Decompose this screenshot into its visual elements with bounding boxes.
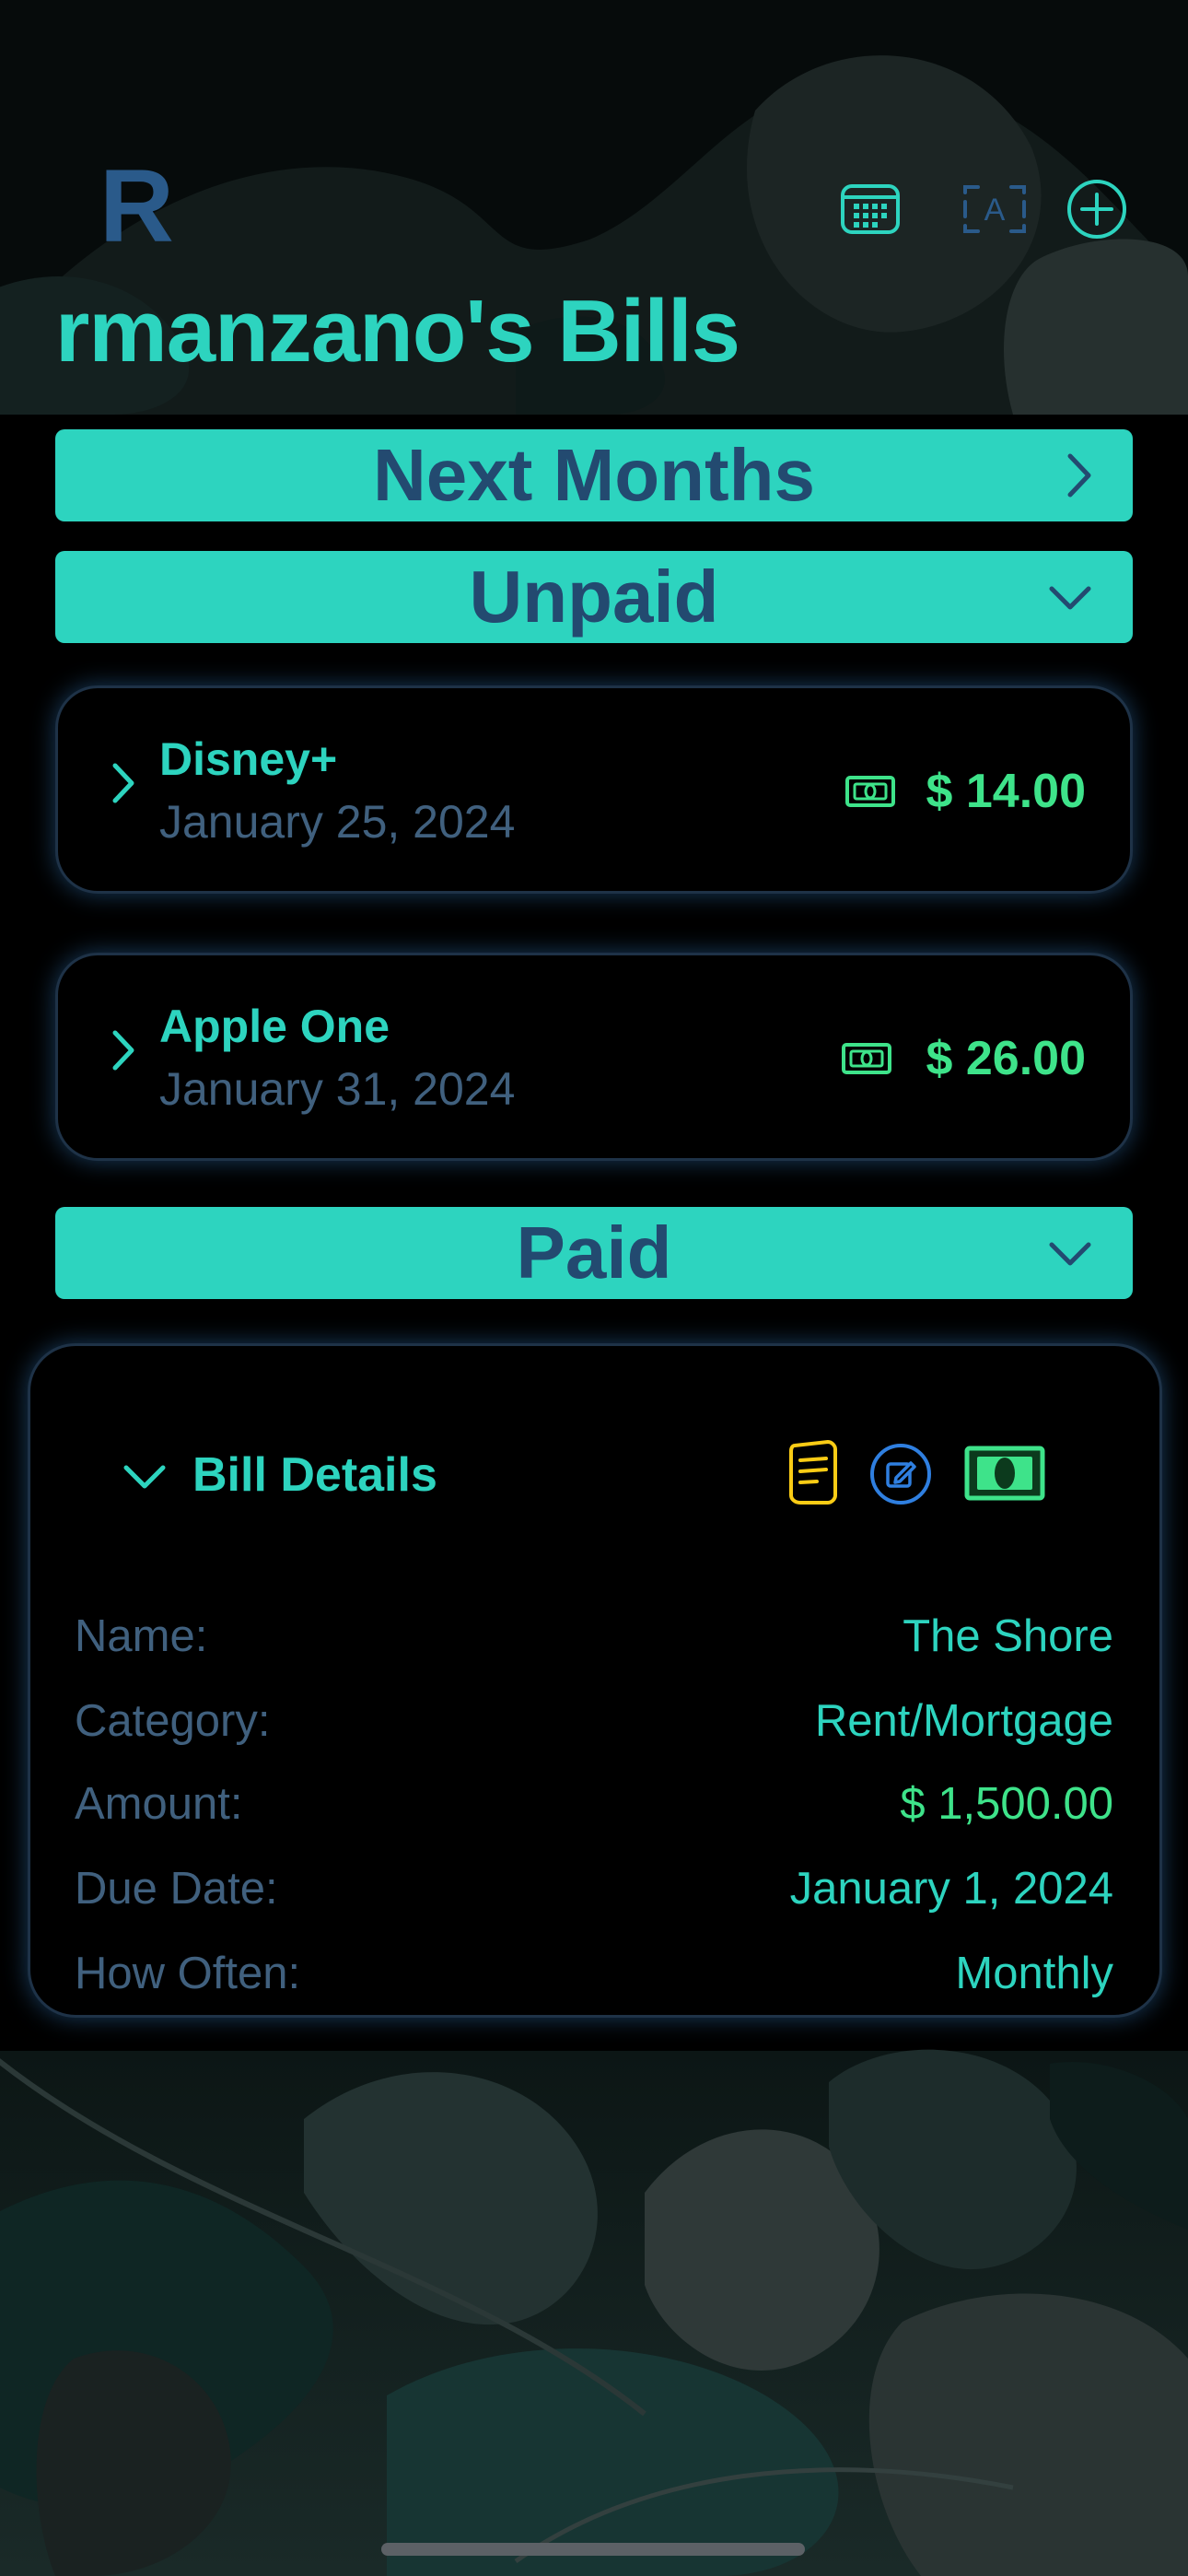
text-format-icon: A <box>963 185 1026 233</box>
bill-name: Disney+ <box>159 733 338 785</box>
cash-icon[interactable] <box>964 1446 1045 1501</box>
add-bill-button[interactable] <box>1065 177 1129 241</box>
bill-details-title[interactable]: Bill Details <box>192 1451 437 1499</box>
bill-details-card: Bill Details Name: The Shore Category: R… <box>28 1343 1162 2018</box>
next-months-label: Next Months <box>373 434 815 516</box>
detail-value: The Shore <box>903 1611 1113 1661</box>
text-format-button[interactable]: A <box>958 177 1031 241</box>
detail-value: $ 1,500.00 <box>900 1779 1113 1829</box>
calendar-grid-icon <box>841 184 900 234</box>
cash-icon <box>845 776 895 807</box>
detail-value: Monthly <box>955 1949 1113 1998</box>
header: R A rmanzano's Bills <box>0 0 1188 415</box>
detail-value: January 1, 2024 <box>789 1864 1113 1914</box>
unpaid-section-toggle[interactable]: Unpaid <box>55 551 1133 643</box>
bill-amount: $ 14.00 <box>926 765 1087 818</box>
svg-text:A: A <box>984 193 1006 228</box>
bill-card-apple-one[interactable]: Apple One January 31, 2024 $ 26.00 <box>55 953 1133 1161</box>
chevron-down-icon <box>1049 1242 1091 1266</box>
chevron-right-icon <box>1067 453 1091 498</box>
edit-icon[interactable] <box>868 1442 933 1506</box>
bill-due-date: January 31, 2024 <box>159 1063 516 1115</box>
unpaid-label: Unpaid <box>469 556 719 638</box>
bill-card-disney-plus[interactable]: Disney+ January 25, 2024 $ 14.00 <box>55 685 1133 894</box>
paid-label: Paid <box>516 1212 672 1294</box>
chevron-down-icon <box>1049 586 1091 610</box>
home-indicator[interactable] <box>381 2543 805 2556</box>
detail-row-name: Name: The Shore <box>75 1610 1113 1665</box>
bill-due-date: January 25, 2024 <box>159 796 516 848</box>
detail-row-due-date: Due Date: January 1, 2024 <box>75 1862 1113 1917</box>
calendar-button[interactable] <box>838 177 903 241</box>
notes-icon[interactable] <box>786 1438 841 1506</box>
chevron-right-icon <box>112 1030 134 1071</box>
page-title: rmanzano's Bills <box>55 282 740 381</box>
detail-key: Amount: <box>75 1779 243 1829</box>
detail-value: Rent/Mortgage <box>814 1696 1113 1746</box>
chevron-down-icon[interactable] <box>122 1462 167 1490</box>
detail-row-amount: Amount: $ 1,500.00 <box>75 1777 1113 1832</box>
detail-key: Category: <box>75 1696 271 1746</box>
detail-key: Due Date: <box>75 1864 278 1914</box>
add-circle-icon <box>1067 180 1126 239</box>
next-months-button[interactable]: Next Months <box>55 429 1133 521</box>
paid-section-toggle[interactable]: Paid <box>55 1207 1133 1299</box>
detail-key: Name: <box>75 1611 208 1661</box>
bill-amount: $ 26.00 <box>926 1032 1087 1085</box>
avatar-initial[interactable]: R <box>99 155 174 258</box>
detail-row-category: Category: Rent/Mortgage <box>75 1694 1113 1750</box>
bill-name: Apple One <box>159 1001 390 1052</box>
cash-icon <box>842 1043 891 1074</box>
detail-row-how-often: How Often: Monthly <box>75 1947 1113 2002</box>
detail-key: How Often: <box>75 1949 301 1998</box>
chevron-right-icon <box>112 763 134 803</box>
